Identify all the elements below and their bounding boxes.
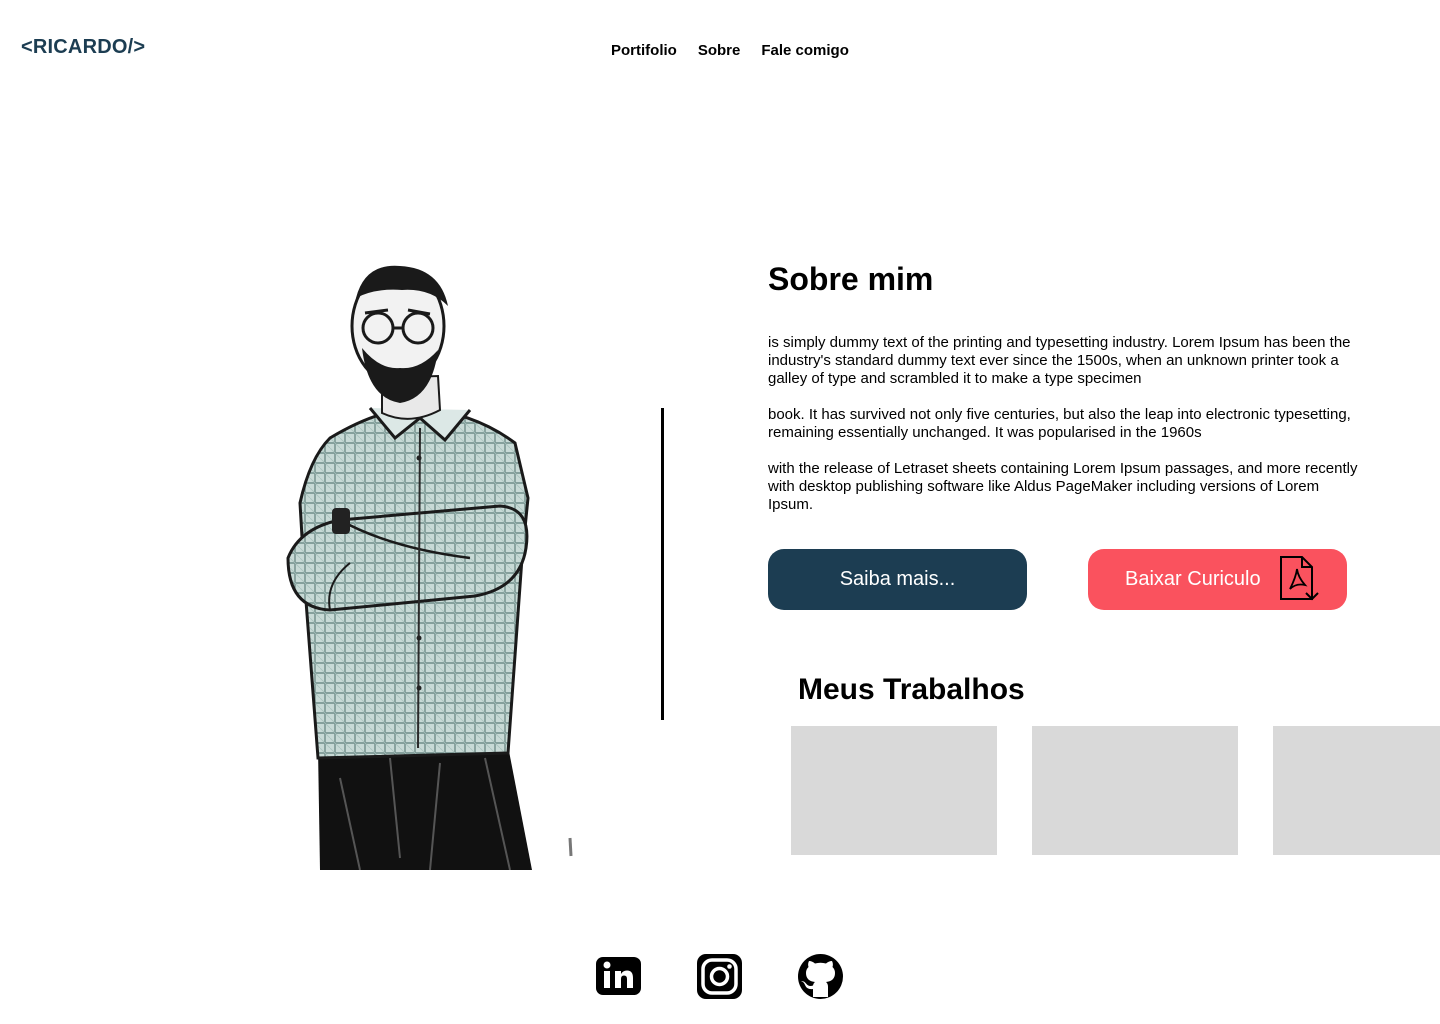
work-card-1[interactable] <box>791 726 997 855</box>
works-title: Meus Trabalhos <box>798 673 1025 706</box>
baixar-curriculo-button[interactable]: Baixar Curiculo <box>1088 549 1347 610</box>
portrait-image <box>286 265 573 870</box>
nav-item-sobre[interactable]: Sobre <box>698 42 741 59</box>
nav-item-fale-comigo[interactable]: Fale comigo <box>761 42 849 59</box>
about-paragraph-3: with the release of Letraset sheets cont… <box>768 460 1358 513</box>
saiba-mais-button[interactable]: Saiba mais... <box>768 549 1027 610</box>
github-icon[interactable] <box>797 953 844 1000</box>
nav-item-portifolio[interactable]: Portifolio <box>611 42 677 59</box>
about-title: Sobre mim <box>768 261 934 297</box>
instagram-icon[interactable] <box>696 953 743 1000</box>
about-paragraph-2: book. It has survived not only five cent… <box>768 406 1351 441</box>
baixar-curriculo-label: Baixar Curiculo <box>1125 568 1261 590</box>
pdf-download-icon <box>1280 556 1319 601</box>
vertical-divider <box>661 408 664 720</box>
work-card-2[interactable] <box>1032 726 1238 855</box>
about-paragraph-1: is simply dummy text of the printing and… <box>768 334 1351 387</box>
linkedin-icon[interactable] <box>595 953 642 1000</box>
saiba-mais-label: Saiba mais... <box>839 568 956 590</box>
about-text: is simply dummy text of the printing and… <box>768 334 1358 532</box>
main-nav: Portifolio Sobre Fale comigo <box>611 42 849 59</box>
work-card-3[interactable] <box>1273 726 1440 855</box>
logo[interactable]: <RICARDO/> <box>21 36 145 59</box>
